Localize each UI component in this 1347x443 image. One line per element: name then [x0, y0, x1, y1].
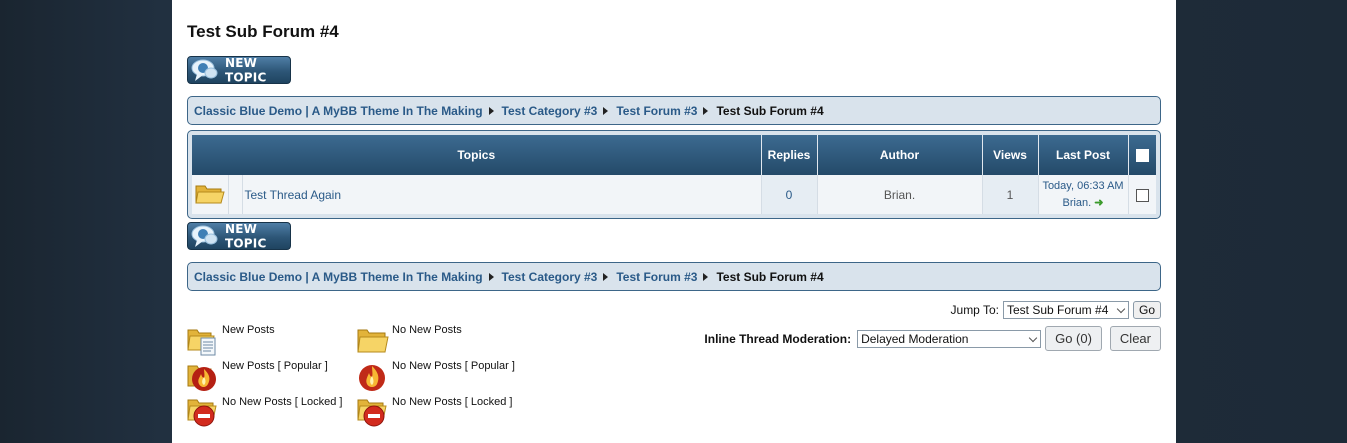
replies-cell[interactable]: 0 [761, 175, 818, 214]
legend-label: New Posts [ Popular ] [222, 360, 328, 372]
folder-locked-new-icon [187, 396, 220, 429]
row-checkbox[interactable] [1135, 188, 1149, 202]
clear-button[interactable]: Clear [1109, 326, 1161, 351]
forum-page: Test Sub Forum #4 NEW TOPIC Classic Blue… [172, 0, 1176, 443]
jump-to-label: Jump To: [950, 303, 999, 317]
legend-label: No New Posts [ Locked ] [392, 396, 513, 408]
new-topic-button[interactable]: NEW TOPIC [187, 221, 291, 251]
folder-icon [357, 324, 390, 357]
jump-to-form: Jump To: Test Sub Forum #4 Go [951, 301, 1161, 319]
thread-status-cell [192, 175, 229, 214]
thread-title-link[interactable]: Test Thread Again [245, 188, 342, 202]
chevron-down-icon [1116, 304, 1126, 314]
chevron-right-icon [488, 106, 494, 115]
chevron-right-icon [603, 272, 609, 281]
legend-label: New Posts [222, 324, 275, 336]
last-post-header: Last Post [1038, 135, 1129, 175]
legend-item: New Posts [ Popular ] [187, 360, 328, 393]
speech-bubble-icon [191, 224, 219, 248]
breadcrumb-link[interactable]: Classic Blue Demo | A MyBB Theme In The … [194, 104, 483, 118]
new-topic-button[interactable]: NEW TOPIC [187, 55, 291, 85]
row-select-cell [1128, 175, 1156, 214]
legend-item: No New Posts [357, 324, 462, 357]
legend-item: No New Posts [ Locked ] [187, 396, 342, 429]
chevron-right-icon [703, 272, 709, 281]
breadcrumb: Classic Blue Demo | A MyBB Theme In The … [187, 96, 1161, 125]
legend-label: No New Posts [392, 324, 462, 336]
chevron-right-icon [488, 272, 494, 281]
jump-to-selected: Test Sub Forum #4 [1006, 303, 1109, 317]
views-cell: 1 [982, 175, 1039, 214]
breadcrumb: Classic Blue Demo | A MyBB Theme In The … [187, 262, 1161, 291]
legend-item: New Posts [187, 324, 275, 357]
speech-bubble-icon [191, 58, 219, 82]
select-all-checkbox[interactable] [1135, 149, 1149, 163]
select-all-cell [1128, 135, 1156, 175]
moderation-label: Inline Thread Moderation: [704, 331, 852, 346]
legend-item: No New Posts [ Locked ] [357, 396, 512, 429]
new-topic-label: NEW TOPIC [225, 221, 267, 251]
author-cell[interactable]: Brian. [817, 175, 983, 214]
jump-to-select[interactable]: Test Sub Forum #4 [1002, 301, 1129, 319]
moderation-select[interactable]: Delayed Moderation [857, 329, 1042, 348]
legend-label: No New Posts [ Locked ] [222, 396, 343, 408]
topics-header: Topics [192, 135, 762, 175]
moderation-selected: Delayed Moderation [861, 331, 969, 346]
breadcrumb-link[interactable]: Test Forum #3 [616, 270, 697, 284]
views-header: Views [982, 135, 1039, 175]
jump-go-button[interactable]: Go [1132, 301, 1161, 319]
legend-item: No New Posts [ Popular ] [357, 360, 515, 393]
arrow-right-icon[interactable]: ➜ [1094, 197, 1103, 209]
thread-table: Topics Replies Author Views Last Post Te… [187, 130, 1161, 219]
breadcrumb-link[interactable]: Test Category #3 [502, 270, 598, 284]
chevron-down-icon [1028, 333, 1038, 342]
last-post-time[interactable]: Today, 06:33 AM [1042, 180, 1123, 192]
chevron-right-icon [703, 106, 709, 115]
breadcrumb-link[interactable]: Test Forum #3 [616, 104, 697, 118]
table-header-row: Topics Replies Author Views Last Post [192, 135, 1156, 175]
thread-title-cell: Test Thread Again [242, 175, 762, 214]
replies-header: Replies [761, 135, 818, 175]
table-row: Test Thread Again 0 Brian. 1 Today, 06:3… [192, 175, 1156, 214]
legend-label: No New Posts [ Popular ] [392, 360, 515, 372]
thread-icon-cell [228, 175, 243, 214]
breadcrumb-current: Test Sub Forum #4 [716, 269, 824, 284]
breadcrumb-current: Test Sub Forum #4 [716, 103, 824, 118]
folder-icon [194, 185, 226, 208]
inline-moderation-form: Inline Thread Moderation: Delayed Modera… [704, 326, 1161, 351]
folder-new-icon [187, 324, 220, 357]
page-title: Test Sub Forum #4 [187, 22, 339, 41]
new-topic-label: NEW TOPIC [225, 55, 267, 85]
chevron-right-icon [603, 106, 609, 115]
breadcrumb-link[interactable]: Classic Blue Demo | A MyBB Theme In The … [194, 270, 483, 284]
last-post-cell: Today, 06:33 AM Brian. ➜ [1038, 175, 1129, 214]
author-header: Author [817, 135, 983, 175]
fire-icon [357, 360, 390, 393]
fire-new-icon [187, 360, 220, 393]
folder-locked-icon [357, 396, 390, 429]
moderation-go-button[interactable]: Go (0) [1045, 326, 1102, 351]
last-post-user[interactable]: Brian. [1062, 197, 1091, 209]
breadcrumb-link[interactable]: Test Category #3 [502, 104, 598, 118]
